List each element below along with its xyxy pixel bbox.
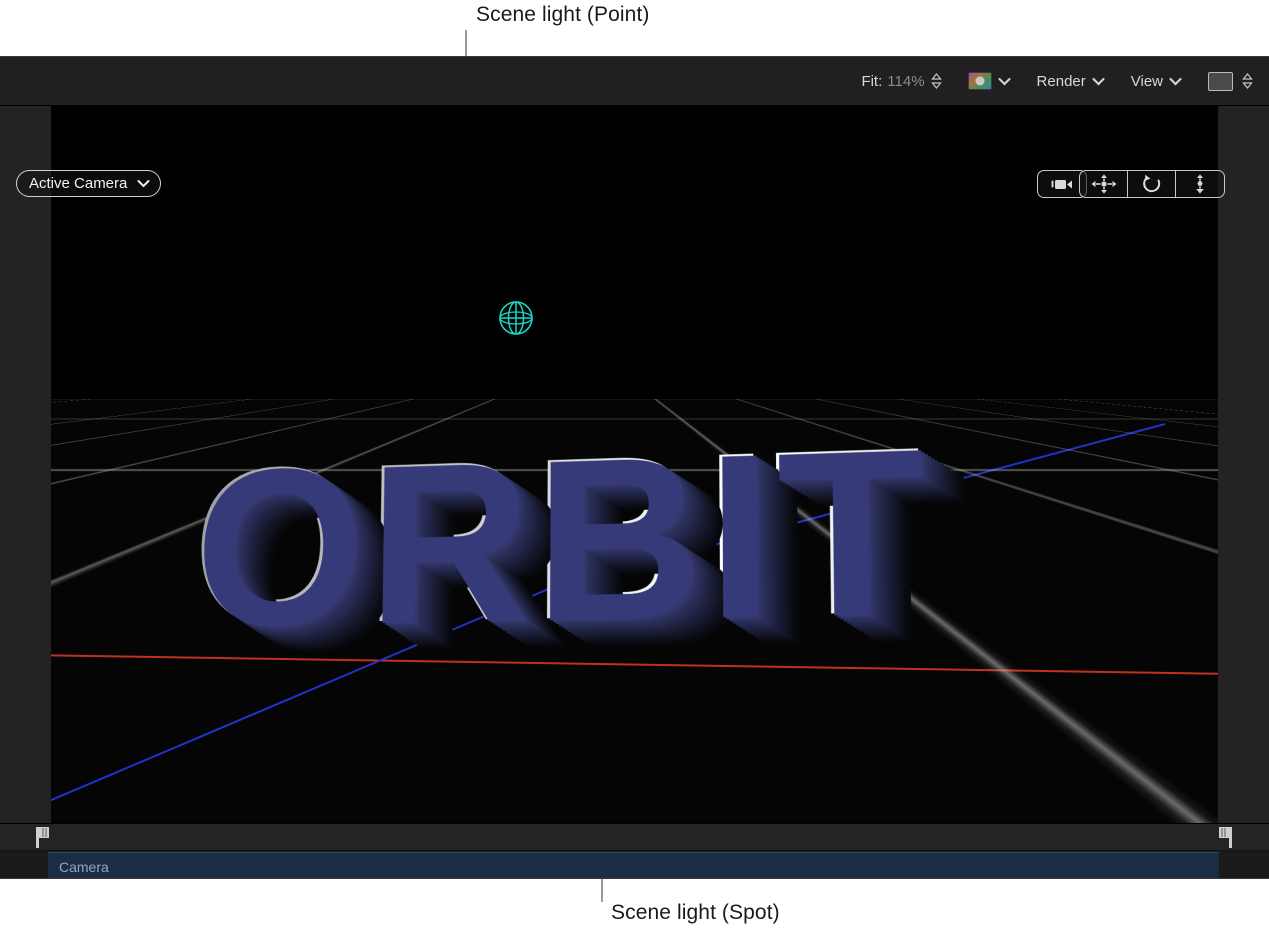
point-light-globe-gizmo-icon[interactable] [497, 299, 535, 337]
fit-value: 114% [887, 73, 924, 90]
view-menu[interactable]: View [1131, 73, 1182, 90]
chevron-down-icon[interactable] [1092, 77, 1105, 86]
gradient-swatch-icon[interactable] [968, 72, 992, 90]
view-menu-label: View [1131, 73, 1163, 90]
pan-four-arrows-icon[interactable] [1080, 171, 1128, 197]
annotation-label-point-light: Scene light (Point) [476, 3, 650, 27]
timeline-clip-label: Camera [59, 859, 109, 875]
chevron-down-icon[interactable] [137, 179, 150, 188]
timeline-clip-camera[interactable]: Camera [48, 852, 1219, 879]
in-point-marker-icon[interactable] [36, 827, 52, 853]
fit-zoom-control[interactable]: Fit: 114% [861, 73, 941, 90]
application-window: Fit: 114% Render View [0, 56, 1269, 879]
gradient-swatch-control[interactable] [968, 72, 1011, 90]
camera-navigation-group [1079, 170, 1225, 198]
stepper-up-down-icon[interactable] [931, 73, 942, 89]
dolly-up-down-icon[interactable] [1176, 171, 1224, 197]
background-swatch-icon[interactable] [1208, 72, 1233, 91]
scene-sky [51, 106, 1218, 400]
canvas-toolbar: Fit: 114% Render View [0, 57, 1269, 106]
canvas-viewport[interactable]: ORBIT ORBIT [0, 106, 1269, 823]
chevron-down-icon[interactable] [1169, 77, 1182, 86]
timeline-ruler[interactable] [0, 824, 1269, 851]
timeline-track-row: Camera [0, 852, 1269, 879]
stepper-up-down-icon[interactable] [1242, 73, 1253, 89]
active-camera-label: Active Camera [29, 175, 127, 192]
active-camera-selector[interactable]: Active Camera [16, 170, 161, 197]
render-menu[interactable]: Render [1037, 73, 1105, 90]
chevron-down-icon[interactable] [998, 77, 1011, 86]
orbit-rotate-icon[interactable] [1128, 171, 1176, 197]
mini-timeline[interactable]: Camera [0, 823, 1269, 879]
render-menu-label: Render [1037, 73, 1086, 90]
scene-ground-grid [51, 399, 1218, 823]
background-swatch-control[interactable] [1208, 72, 1253, 91]
fit-label: Fit: [861, 73, 882, 90]
annotation-label-spot-light: Scene light (Spot) [611, 901, 780, 925]
out-point-marker-icon[interactable] [1216, 827, 1232, 853]
render-canvas[interactable]: ORBIT ORBIT [51, 106, 1218, 823]
screenshot-root: Scene light (Point) Scene light (Spot) F… [0, 0, 1269, 936]
